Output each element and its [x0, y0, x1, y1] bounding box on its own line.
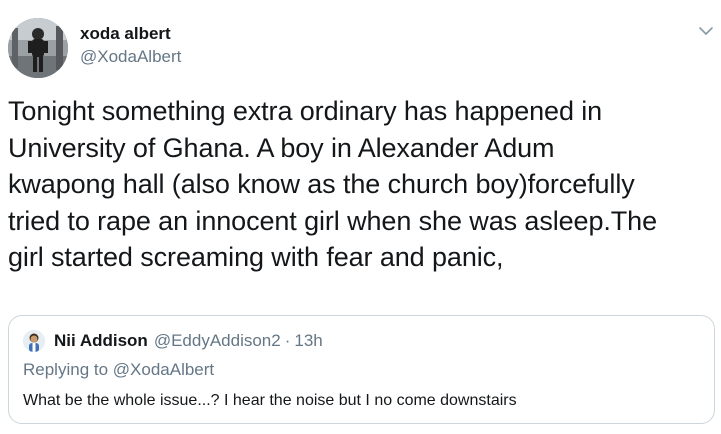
chevron-down-icon[interactable] [697, 22, 715, 40]
quoted-display-name[interactable]: Nii Addison [54, 331, 148, 351]
author-info[interactable]: xoda albert @XodaAlbert [80, 23, 181, 68]
replying-to: Replying to @XodaAlbert [23, 360, 215, 379]
profile-photo-icon [8, 18, 68, 78]
quoted-tweet[interactable]: Nii Addison @EddyAddison2 · 13h Replying… [8, 315, 715, 424]
tweet-text: Tonight something extra ordinary has hap… [8, 96, 657, 272]
cartoon-avatar-icon [23, 330, 45, 352]
author-avatar[interactable] [8, 18, 68, 78]
tweet-card[interactable]: xoda albert @XodaAlbert Tonight somethin… [0, 0, 721, 434]
quoted-tweet-text: What be the whole issue...? I hear the n… [23, 392, 517, 409]
author-handle[interactable]: @XodaAlbert [80, 46, 181, 68]
quoted-separator: · [284, 331, 291, 350]
quoted-tweet-header: Nii Addison @EddyAddison2 · 13h [23, 330, 323, 352]
author-display-name[interactable]: xoda albert [80, 23, 181, 45]
quoted-handle[interactable]: @EddyAddison2 [154, 331, 281, 351]
quoted-timestamp[interactable]: 13h [294, 331, 322, 351]
quoted-author-avatar[interactable] [23, 330, 45, 352]
